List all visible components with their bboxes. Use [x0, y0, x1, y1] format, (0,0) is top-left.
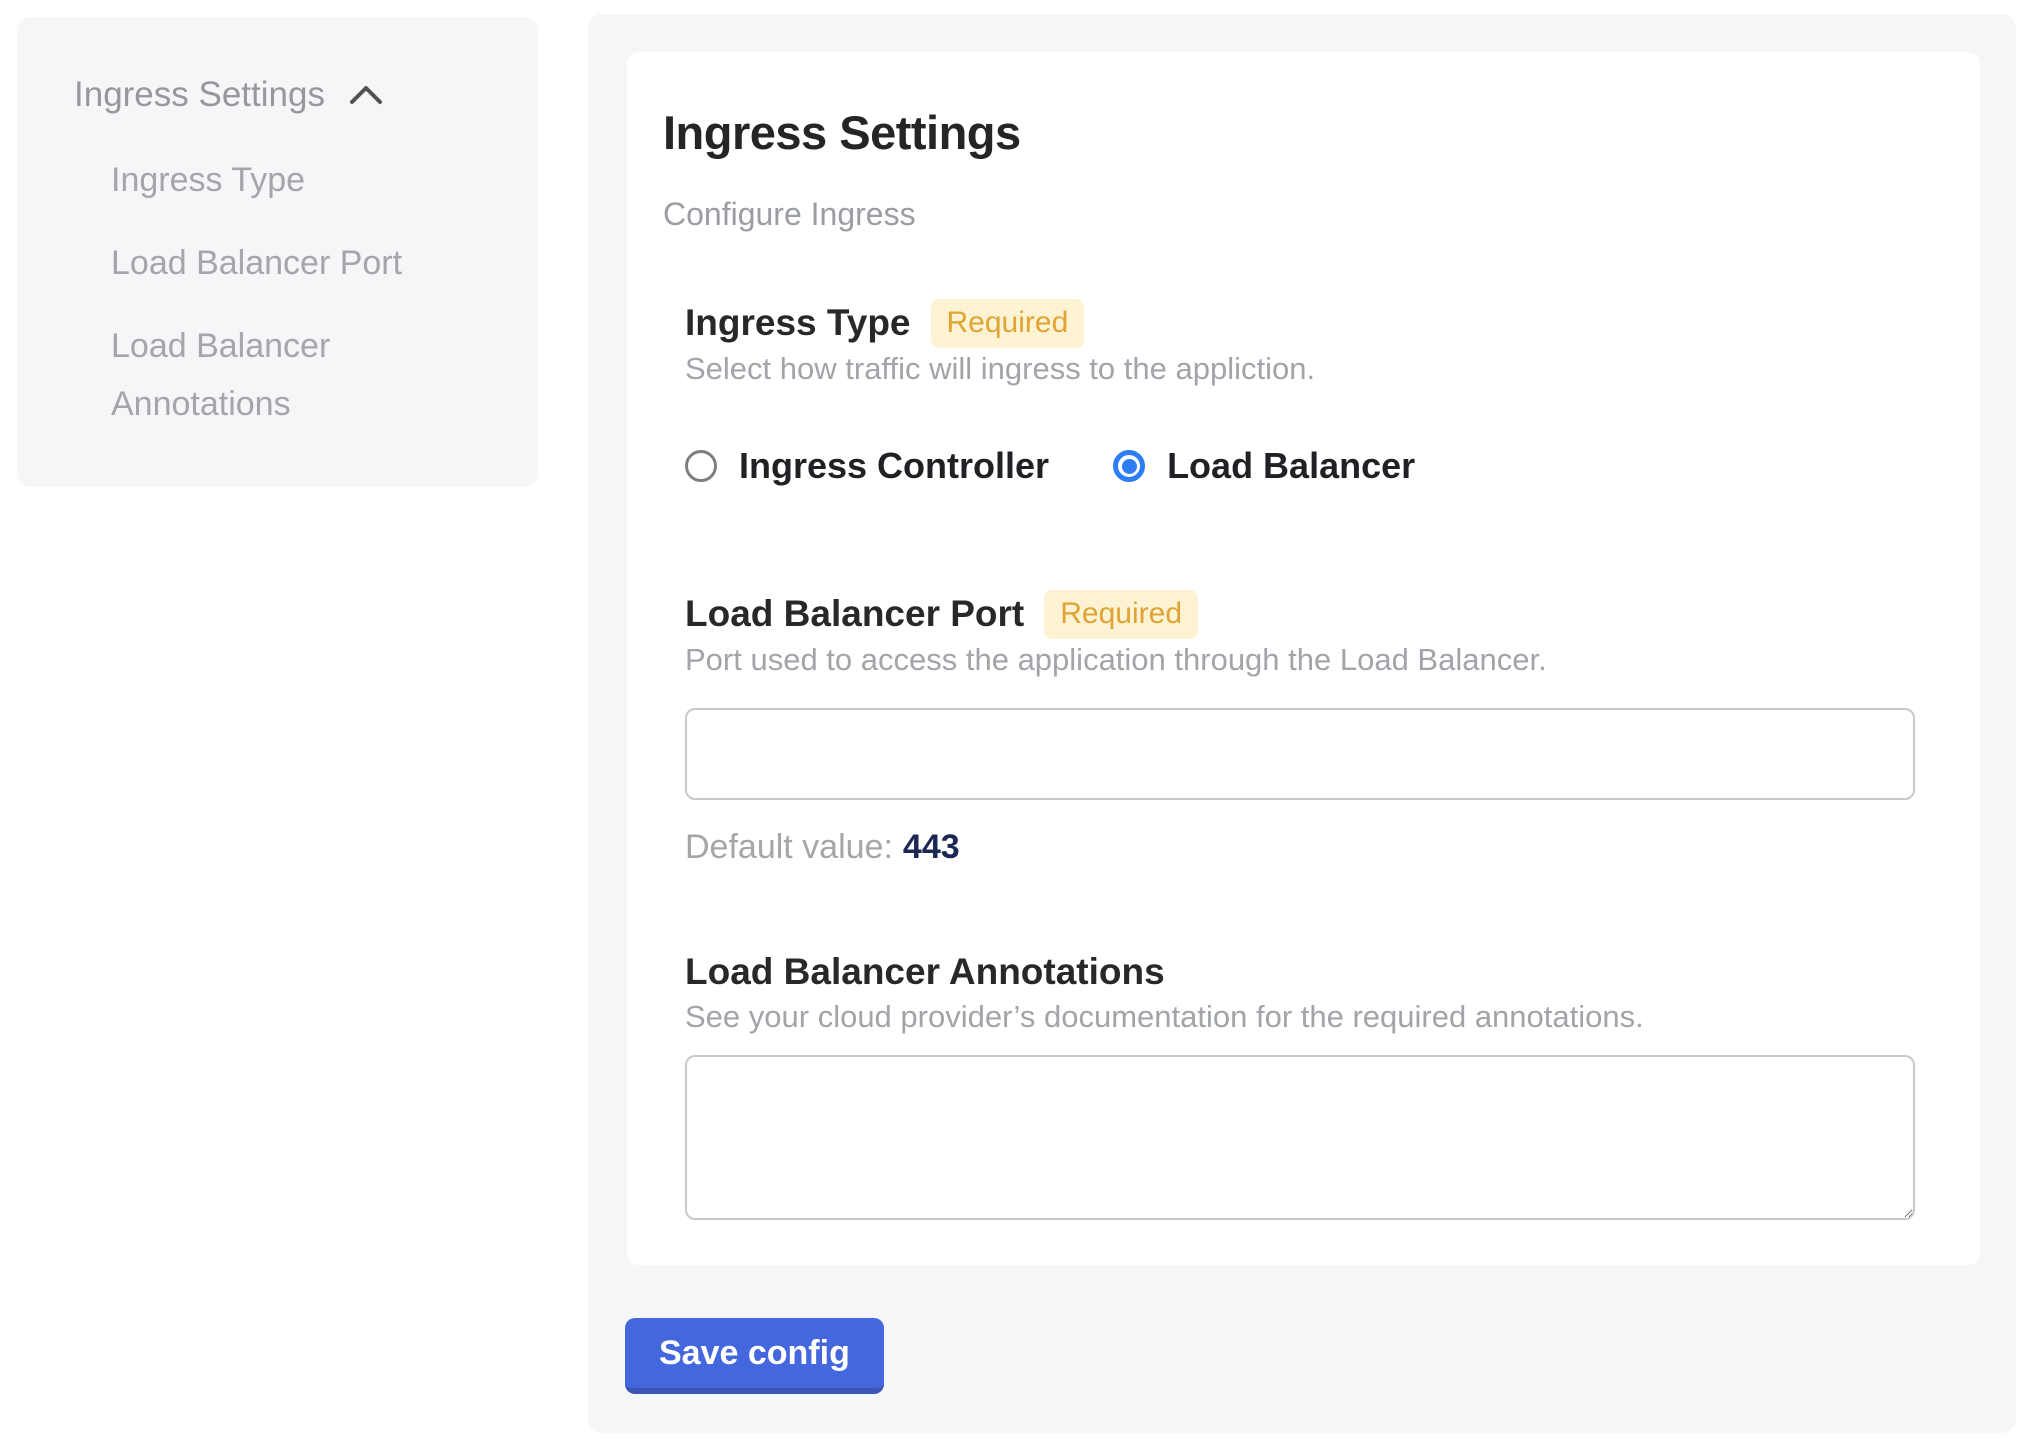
- sidebar-section-toggle[interactable]: Ingress Settings: [74, 73, 498, 117]
- ingress-type-radio-group: Ingress Controller Load Balancer: [685, 445, 1915, 487]
- default-value: 443: [903, 828, 960, 866]
- load-balancer-port-description: Port used to access the application thro…: [685, 640, 1915, 680]
- sidebar-item-load-balancer-port[interactable]: Load Balancer Port: [111, 234, 456, 292]
- load-balancer-port-label: Load Balancer Port: [685, 591, 1024, 637]
- ingress-type-section: Ingress Type Required Select how traffic…: [685, 298, 1915, 487]
- ingress-type-description: Select how traffic will ingress to the a…: [685, 349, 1915, 389]
- default-value-label: Default value:: [685, 828, 893, 866]
- radio-button-selected[interactable]: [1113, 450, 1145, 482]
- radio-option-load-balancer[interactable]: Load Balancer: [1113, 445, 1415, 487]
- load-balancer-annotations-label: Load Balancer Annotations: [685, 949, 1165, 995]
- load-balancer-annotations-description: See your cloud provider’s documentation …: [685, 997, 1915, 1037]
- default-value-line: Default value: 443: [685, 826, 1915, 868]
- radio-option-ingress-controller[interactable]: Ingress Controller: [685, 445, 1049, 487]
- required-badge: Required: [931, 299, 1085, 348]
- radio-label: Ingress Controller: [739, 445, 1049, 487]
- ingress-settings-card: Ingress Settings Configure Ingress Ingre…: [627, 52, 1980, 1265]
- load-balancer-port-input[interactable]: [685, 708, 1915, 800]
- save-config-button[interactable]: Save config: [625, 1318, 884, 1394]
- radio-label: Load Balancer: [1167, 445, 1415, 487]
- sidebar-item-load-balancer-annotations[interactable]: Load Balancer Annotations: [111, 317, 456, 433]
- sidebar-item-ingress-type[interactable]: Ingress Type: [111, 151, 456, 209]
- main-panel: Ingress Settings Configure Ingress Ingre…: [588, 14, 2016, 1433]
- sidebar-nav: Ingress Type Load Balancer Port Load Bal…: [111, 151, 498, 433]
- radio-button-unselected[interactable]: [685, 450, 717, 482]
- sidebar-panel: Ingress Settings Ingress Type Load Balan…: [17, 17, 538, 487]
- ingress-type-label: Ingress Type: [685, 300, 911, 346]
- page-title: Ingress Settings: [663, 106, 1937, 160]
- chevron-up-icon[interactable]: [349, 84, 383, 106]
- sidebar-section-title: Ingress Settings: [74, 73, 325, 117]
- required-badge: Required: [1044, 590, 1198, 639]
- load-balancer-annotations-textarea[interactable]: [685, 1055, 1915, 1220]
- load-balancer-port-section: Load Balancer Port Required Port used to…: [685, 589, 1915, 868]
- load-balancer-annotations-section: Load Balancer Annotations See your cloud…: [685, 949, 1915, 1220]
- page-subtitle: Configure Ingress: [663, 194, 1937, 234]
